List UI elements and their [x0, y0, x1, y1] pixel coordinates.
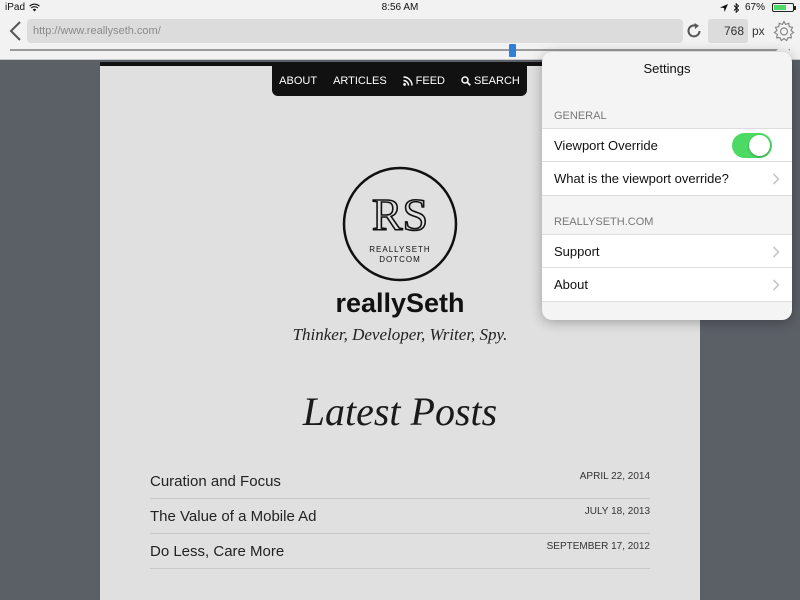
settings-popover: Settings GENERAL Viewport Override What …: [542, 52, 792, 320]
back-chevron-icon[interactable]: [7, 20, 25, 42]
post-date: SEPTEMBER 17, 2012: [546, 540, 650, 552]
battery-fill: [774, 5, 787, 10]
nav-articles[interactable]: ARTICLES: [333, 75, 387, 87]
toggle-knob: [749, 135, 770, 156]
chevron-right-icon: [772, 173, 780, 185]
site-section-header: REALLYSETH.COM: [554, 216, 654, 228]
logo-line1: REALLYSETH: [369, 245, 430, 254]
unit-label: px: [752, 24, 765, 38]
chevron-right-icon: [772, 279, 780, 291]
about-label: About: [554, 277, 588, 292]
logo-line2: DOTCOM: [379, 255, 421, 264]
status-right: 67%: [719, 2, 796, 13]
post-date: APRIL 22, 2014: [579, 470, 650, 482]
post-row[interactable]: Curation and Focus APRIL 22, 2014: [150, 464, 650, 499]
gear-icon[interactable]: [772, 19, 796, 43]
location-arrow-icon: [719, 3, 728, 12]
about-row[interactable]: About: [542, 268, 792, 302]
nav-articles-label: ARTICLES: [333, 75, 387, 87]
search-icon: [461, 76, 471, 86]
post-title[interactable]: The Value of a Mobile Ad: [150, 508, 317, 525]
status-time: 8:56 AM: [381, 2, 419, 13]
what-is-viewport-override-row[interactable]: What is the viewport override?: [542, 162, 792, 196]
site-nav: ABOUT ARTICLES FEED SEARCH: [272, 66, 527, 96]
viewport-override-row: Viewport Override: [542, 128, 792, 162]
viewport-slider-thumb[interactable]: [509, 44, 516, 57]
chevron-right-icon: [772, 246, 780, 258]
logo-monogram: RS: [372, 189, 428, 240]
latest-posts-heading: Latest Posts: [302, 389, 498, 434]
battery-icon: [772, 3, 796, 12]
reload-icon[interactable]: [684, 21, 704, 41]
what-is-label: What is the viewport override?: [554, 171, 729, 186]
post-title[interactable]: Do Less, Care More: [150, 543, 284, 560]
battery-percent: 67%: [744, 2, 765, 13]
rss-icon: [402, 76, 413, 86]
post-row[interactable]: Do Less, Care More SEPTEMBER 17, 2012: [150, 534, 650, 569]
site-logo[interactable]: RS REALLYSETH DOTCOM: [342, 166, 458, 282]
site-tagline: Thinker, Developer, Writer, Spy.: [292, 325, 508, 344]
nav-feed-label: FEED: [415, 75, 445, 87]
support-label: Support: [554, 243, 600, 259]
post-date: JULY 18, 2013: [584, 505, 650, 517]
viewport-override-toggle[interactable]: [732, 133, 772, 158]
nav-about[interactable]: ABOUT: [279, 75, 317, 87]
viewport-slider-track[interactable]: [10, 49, 790, 51]
nav-feed[interactable]: FEED: [402, 75, 445, 87]
nav-search[interactable]: SEARCH: [461, 75, 520, 87]
status-bar: iPad 8:56 AM 67%: [0, 0, 800, 16]
post-title[interactable]: Curation and Focus: [150, 473, 281, 490]
post-list: Curation and Focus APRIL 22, 2014 The Va…: [150, 464, 650, 569]
post-row[interactable]: The Value of a Mobile Ad JULY 18, 2013: [150, 499, 650, 534]
general-section-header: GENERAL: [554, 110, 607, 122]
nav-search-label: SEARCH: [474, 75, 520, 87]
viewport-override-label: Viewport Override: [554, 137, 658, 153]
viewport-width-input[interactable]: [708, 19, 748, 43]
nav-about-label: ABOUT: [279, 75, 318, 87]
support-row[interactable]: Support: [542, 234, 792, 268]
settings-title: Settings: [643, 61, 691, 76]
bluetooth-icon: [733, 2, 740, 13]
url-input[interactable]: [27, 19, 683, 43]
